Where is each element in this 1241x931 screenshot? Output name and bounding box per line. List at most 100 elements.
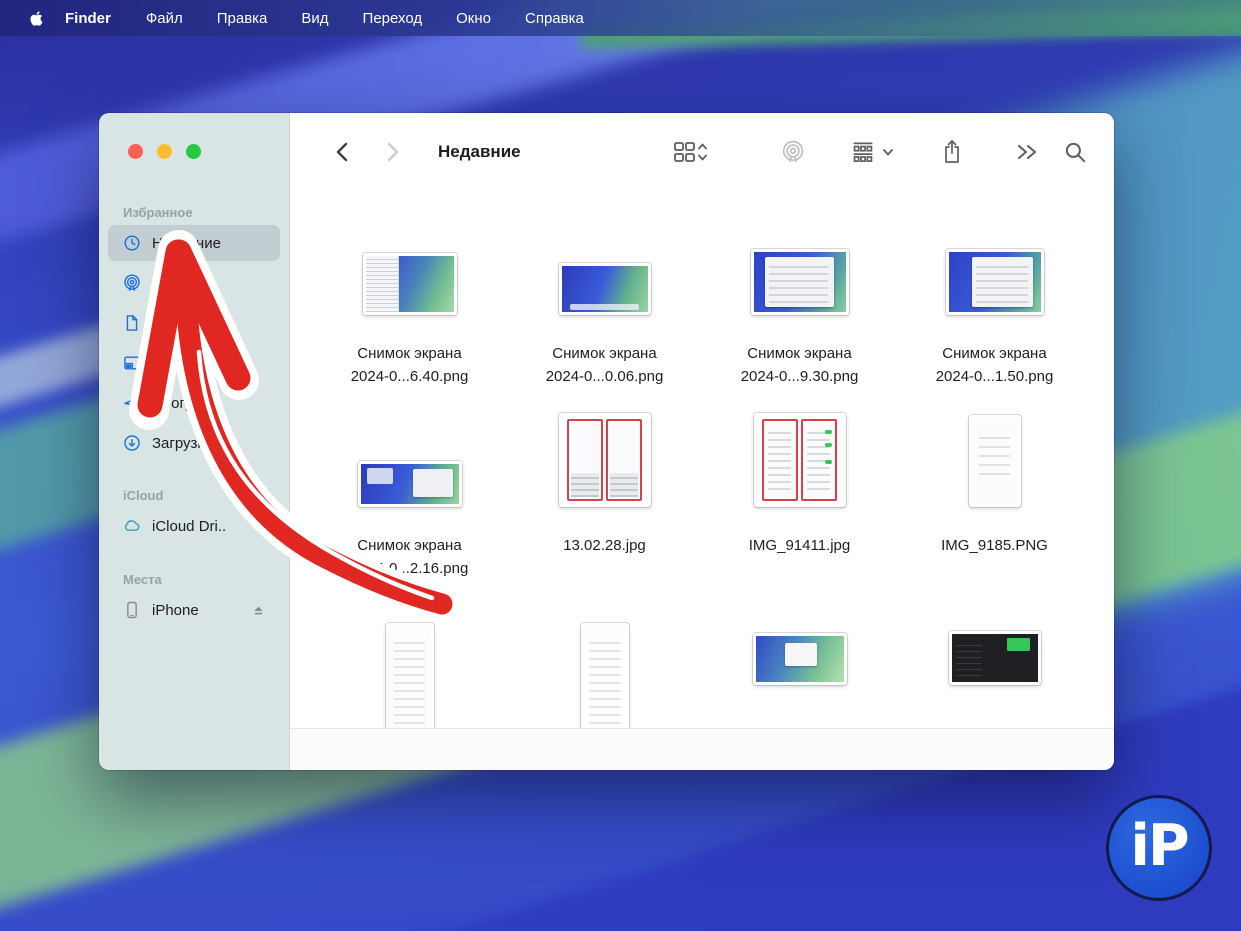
file-thumbnail-wrap — [753, 413, 846, 507]
sidebar-item-icloud-dri-[interactable]: iCloud Dri.. — [108, 508, 280, 544]
thumbnail-phone-tall[interactable] — [580, 623, 629, 728]
file-name: Снимок экрана 2024-0...1.50.png — [935, 345, 1054, 385]
ip-logo-text: iP — [1130, 813, 1189, 879]
desktop-icon — [121, 353, 142, 374]
downloads-icon — [121, 433, 142, 454]
sidebar-section: Избранное Недавние AirDrop Докумен... Програ… — [99, 205, 289, 461]
file-thumbnail-wrap — [945, 225, 1044, 315]
airdrop-toolbar-icon[interactable] — [780, 139, 806, 165]
sidebar-item-label: Докумен... — [152, 314, 225, 332]
file-item[interactable]: Снимок экрана 2024-0...2.16.png — [312, 417, 507, 613]
chevron-down-icon — [883, 149, 893, 156]
share-icon[interactable] — [940, 138, 964, 166]
file-item[interactable]: Снимок экрана 2024-0...0.06.png — [507, 225, 702, 417]
thumbnail-mac-wide[interactable] — [357, 461, 462, 507]
view-selector-icon[interactable] — [672, 139, 708, 165]
search-icon[interactable] — [1062, 139, 1088, 165]
thumbnail-mac-settings[interactable] — [750, 249, 849, 315]
sidebar-item-загрузки[interactable]: Загрузки — [108, 425, 280, 461]
menu-item[interactable]: Правка — [200, 10, 285, 27]
menu-item[interactable]: Справка — [508, 10, 601, 27]
menu-item[interactable]: Переход — [346, 10, 440, 27]
apple-menu-icon[interactable] — [29, 9, 47, 27]
zoom-button[interactable] — [186, 144, 201, 159]
window-main: Недавние Снимок экрана 2024-0...6.40.png… — [290, 113, 1114, 770]
file-thumbnail-wrap — [752, 613, 847, 703]
file-name: Снимок экрана 2024-0...6.40.png — [350, 345, 469, 385]
file-thumbnail-wrap — [948, 613, 1041, 703]
thumbnail-dark-app[interactable] — [948, 631, 1041, 685]
sidebar-section: iCloud iCloud Dri.. — [99, 488, 289, 544]
minimize-button[interactable] — [157, 144, 172, 159]
sidebar-item-label: iPhone — [152, 601, 199, 619]
group-icon[interactable] — [850, 139, 894, 165]
file-name: IMG_9185.PNG — [941, 537, 1048, 554]
eject-icon[interactable] — [251, 603, 266, 618]
menu-bar: Finder Файл Правка Вид Переход Окно Справка — [0, 0, 1241, 36]
file-name: Снимок экрана 2024-0...2.16.png — [350, 537, 469, 577]
file-item[interactable]: Снимок экрана 2024-0...9.30.png — [702, 225, 897, 417]
icloud-icon — [121, 516, 142, 537]
file-name: IMG_91411.jpg — [748, 537, 851, 554]
more-toolbar-items-icon[interactable] — [1014, 140, 1040, 164]
finder-window: Избранное Недавние AirDrop Докумен... Програ… — [99, 113, 1114, 770]
window-title: Недавние — [438, 142, 521, 161]
sidebar: Избранное Недавние AirDrop Докумен... Програ… — [99, 113, 290, 770]
thumbnail-phone-pair-red2[interactable] — [753, 413, 846, 507]
bottom-strip — [290, 728, 1114, 770]
file-item[interactable] — [897, 613, 1092, 703]
sidebar-section-header: iCloud — [123, 488, 164, 503]
file-item[interactable]: 13.02.28.jpg — [507, 413, 702, 613]
file-item[interactable]: IMG_91411.jpg — [702, 413, 897, 613]
sidebar-section-header: Места — [123, 572, 162, 587]
file-thumbnail-wrap — [580, 613, 629, 728]
menubar-app-name[interactable]: Finder — [57, 10, 129, 27]
thumbnail-mac-dialog[interactable] — [752, 633, 847, 685]
thumbnail-mac-settings2[interactable] — [945, 249, 1044, 315]
file-item[interactable] — [702, 613, 897, 703]
file-item[interactable]: Снимок экрана 2024-0...6.40.png — [312, 225, 507, 417]
thumbnail-phone-single[interactable] — [968, 415, 1021, 507]
window-controls — [128, 144, 289, 159]
sidebar-item-label: Програм... — [152, 394, 225, 412]
file-item[interactable] — [312, 613, 507, 728]
document-icon — [121, 313, 142, 334]
sidebar-item-iphone[interactable]: iPhone — [108, 592, 280, 628]
clock-icon — [121, 233, 142, 254]
sidebar-item-label: AirDrop — [152, 274, 203, 292]
sidebar-item-label: iCloud Dri.. — [152, 517, 227, 535]
file-name: Снимок экрана 2024-0...9.30.png — [740, 345, 859, 385]
back-icon[interactable] — [332, 140, 354, 164]
file-thumbnail-wrap — [750, 225, 849, 315]
file-thumbnail-wrap — [558, 413, 651, 507]
thumbnail-mac-desktop[interactable] — [558, 263, 651, 315]
sidebar-section: Места iPhone — [99, 572, 289, 628]
airdrop-icon — [121, 273, 142, 294]
menu-item[interactable]: Вид — [284, 10, 345, 27]
file-item[interactable]: Снимок экрана 2024-0...1.50.png — [897, 225, 1092, 417]
file-name: Снимок экрана 2024-0...0.06.png — [545, 345, 664, 385]
file-item[interactable]: IMG_9185.PNG — [897, 415, 1092, 613]
file-thumbnail-wrap — [558, 225, 651, 315]
applications-icon — [121, 393, 142, 414]
sidebar-item-програм-[interactable]: Програм... — [108, 385, 280, 421]
forward-icon[interactable] — [381, 140, 403, 164]
file-grid: Снимок экрана 2024-0...6.40.png Снимок экр… — [290, 191, 1114, 728]
menu-item[interactable]: Файл — [129, 10, 200, 27]
sidebar-item-label: Недавние — [152, 234, 221, 252]
file-thumbnail-wrap — [385, 613, 434, 728]
file-thumbnail-wrap — [357, 417, 462, 507]
file-thumbnail-wrap — [968, 415, 1021, 507]
sidebar-item-label: Загрузки — [152, 434, 213, 452]
sidebar-section-header: Избранное — [123, 205, 193, 220]
close-button[interactable] — [128, 144, 143, 159]
sidebar-item-докумен-[interactable]: Докумен... — [108, 305, 280, 341]
sidebar-item-desktop-icon[interactable] — [108, 345, 280, 381]
file-item[interactable] — [507, 613, 702, 728]
thumbnail-phone-tall[interactable] — [385, 623, 434, 728]
menu-item[interactable]: Окно — [439, 10, 508, 27]
thumbnail-mac-finder[interactable] — [362, 253, 457, 315]
sidebar-item-airdrop[interactable]: AirDrop — [108, 265, 280, 301]
sidebar-item-недавние[interactable]: Недавние — [108, 225, 280, 261]
thumbnail-phone-pair-red[interactable] — [558, 413, 651, 507]
